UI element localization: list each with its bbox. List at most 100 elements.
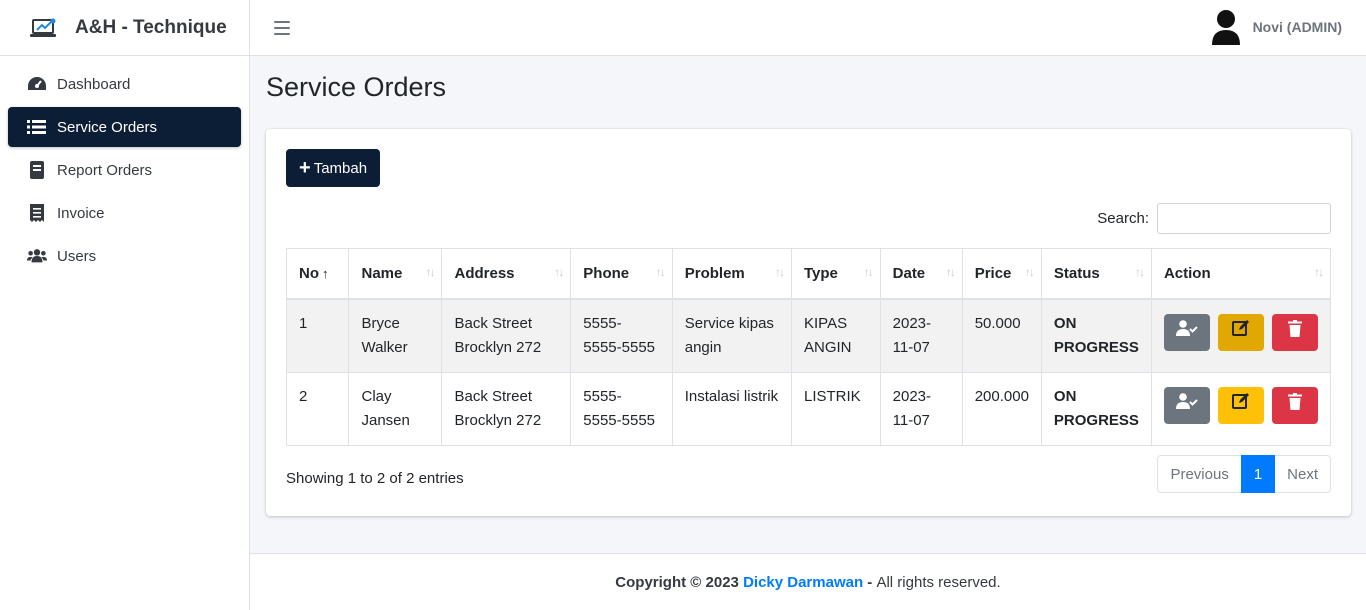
cell-date: 2023-11-07 [879, 371, 963, 446]
sidebar-item-label: Report Orders [57, 161, 153, 179]
sidebar-item-label: Invoice [57, 204, 105, 222]
main-content: Service Orders + Tambah Search: No ↑ Name… [250, 56, 1366, 553]
brand[interactable]: A&H - Technique [0, 0, 249, 56]
delete-button[interactable] [1271, 386, 1318, 424]
sidebar-item-label: Service Orders [57, 118, 158, 136]
sidebar-item-users[interactable]: Users [8, 236, 241, 276]
sort-icon: ↑↓ [1134, 265, 1145, 279]
user-name: Novi (ADMIN) [1252, 19, 1342, 35]
pagination-previous[interactable]: Previous [1157, 455, 1242, 493]
cell-status: ON PROGRESS [1040, 298, 1152, 373]
trash-icon [1287, 319, 1302, 345]
sidebar-item-dashboard[interactable]: Dashboard [8, 64, 241, 104]
cell-no: 2 [285, 371, 350, 446]
footer-dash: - [867, 573, 873, 591]
column-header-no[interactable]: No ↑ [285, 248, 350, 300]
cell-phone: 5555-5555-5555 [570, 371, 673, 446]
table-search: Search: [1097, 203, 1331, 234]
orders-table: No ↑ Name ↑↓ Address ↑↓ Phone ↑↓ Problem ↑↓ T… [285, 248, 1332, 446]
edit-button[interactable] [1217, 386, 1264, 424]
sort-icon: ↑↓ [1024, 265, 1035, 279]
user-avatar-icon [1211, 9, 1241, 45]
cell-phone: 5555-5555-5555 [570, 298, 673, 373]
footer: Copyright © 2023 Dicky Darmawan - All ri… [250, 553, 1366, 610]
table-header-row: No ↑ Name ↑↓ Address ↑↓ Phone ↑↓ Problem ↑↓ T… [285, 248, 1332, 300]
sidebar-nav: Dashboard Service Orders Report Orders I… [0, 56, 249, 287]
tachometer-icon [27, 75, 47, 93]
sidebar-item-service-orders[interactable]: Service Orders [8, 107, 241, 147]
search-label: Search: [1097, 210, 1149, 227]
trash-icon [1287, 392, 1302, 418]
column-header-type[interactable]: Type ↑↓ [791, 248, 881, 300]
sidebar-item-label: Dashboard [57, 75, 131, 93]
user-check-icon [1175, 320, 1198, 344]
add-button-label: Tambah [313, 159, 368, 177]
author-link[interactable]: Dicky Darmawan [743, 574, 863, 591]
page-title: Service Orders [266, 72, 447, 102]
list-icon [27, 118, 47, 136]
column-header-name[interactable]: Name ↑↓ [348, 248, 443, 300]
orders-card: + Tambah Search: No ↑ Name ↑↓ Address ↑↓ Ph… [266, 129, 1351, 516]
cell-no: 1 [285, 298, 350, 373]
hamburger-menu-icon[interactable] [274, 20, 290, 35]
cell-date: 2023-11-07 [879, 298, 963, 373]
user-check-icon [1175, 393, 1198, 417]
laptop-tools-logo-icon [30, 18, 58, 38]
book-icon [27, 161, 47, 179]
column-header-problem[interactable]: Problem ↑↓ [671, 248, 793, 300]
copyright-text: Copyright © 2023 [615, 573, 739, 591]
table-row: 1 Bryce Walker Back Street Brocklyn 272 … [285, 298, 1332, 373]
cell-problem: Service kipas angin [671, 298, 793, 373]
sort-asc-icon: ↑ [322, 265, 328, 281]
users-icon [27, 247, 47, 265]
cell-status: ON PROGRESS [1040, 371, 1152, 446]
edit-icon [1231, 319, 1250, 345]
top-navbar: Novi (ADMIN) [250, 0, 1366, 56]
pagination: Previous 1 Next [1157, 455, 1331, 493]
column-header-phone[interactable]: Phone ↑↓ [570, 248, 673, 300]
search-input[interactable] [1157, 203, 1331, 234]
sidebar-item-report-orders[interactable]: Report Orders [8, 150, 241, 190]
cell-actions [1150, 298, 1332, 373]
receipt-icon [27, 204, 47, 222]
table-row: 2 Clay Jansen Back Street Brocklyn 272 5… [285, 371, 1332, 446]
sidebar: A&H - Technique Dashboard Service Orders… [0, 0, 250, 610]
column-header-status[interactable]: Status ↑↓ [1040, 248, 1152, 300]
pagination-page-1[interactable]: 1 [1240, 455, 1276, 493]
sort-icon: ↑↓ [1314, 265, 1324, 279]
column-header-action[interactable]: Action ↑↓ [1150, 248, 1332, 300]
add-order-button[interactable]: + Tambah [286, 149, 381, 187]
sort-icon: ↑↓ [554, 265, 564, 279]
rights-text: All rights reserved. [876, 573, 1001, 591]
cell-address: Back Street Brocklyn 272 [441, 298, 572, 373]
cell-type: LISTRIK [791, 371, 881, 446]
pagination-next[interactable]: Next [1274, 455, 1331, 493]
cell-type: KIPAS ANGIN [791, 298, 881, 373]
table-info: Showing 1 to 2 of 2 entries [286, 470, 464, 487]
cell-name: Clay Jansen [348, 371, 443, 446]
cell-address: Back Street Brocklyn 272 [441, 371, 572, 446]
column-header-price[interactable]: Price ↑↓ [961, 248, 1042, 300]
sidebar-item-invoice[interactable]: Invoice [8, 193, 241, 233]
column-header-address[interactable]: Address ↑↓ [441, 248, 572, 300]
edit-button[interactable] [1217, 313, 1264, 351]
cell-price: 200.000 [961, 371, 1042, 446]
delete-button[interactable] [1271, 313, 1318, 351]
sort-icon: ↑↓ [425, 265, 435, 279]
sidebar-item-label: Users [57, 247, 97, 265]
cell-problem: Instalasi listrik [671, 371, 793, 446]
cell-price: 50.000 [961, 298, 1042, 373]
assign-technician-button[interactable] [1163, 386, 1210, 424]
plus-icon: + [299, 157, 311, 179]
sort-icon: ↑↓ [655, 265, 666, 279]
sort-icon: ↑↓ [945, 265, 956, 279]
sort-icon: ↑↓ [863, 265, 874, 279]
assign-technician-button[interactable] [1163, 313, 1210, 351]
cell-actions [1150, 371, 1332, 446]
user-menu[interactable]: Novi (ADMIN) [1211, 8, 1342, 46]
cell-name: Bryce Walker [348, 298, 443, 373]
sort-icon: ↑↓ [775, 265, 785, 279]
column-header-date[interactable]: Date ↑↓ [879, 248, 963, 300]
brand-name: A&H - Technique [75, 16, 227, 38]
edit-icon [1231, 392, 1250, 418]
